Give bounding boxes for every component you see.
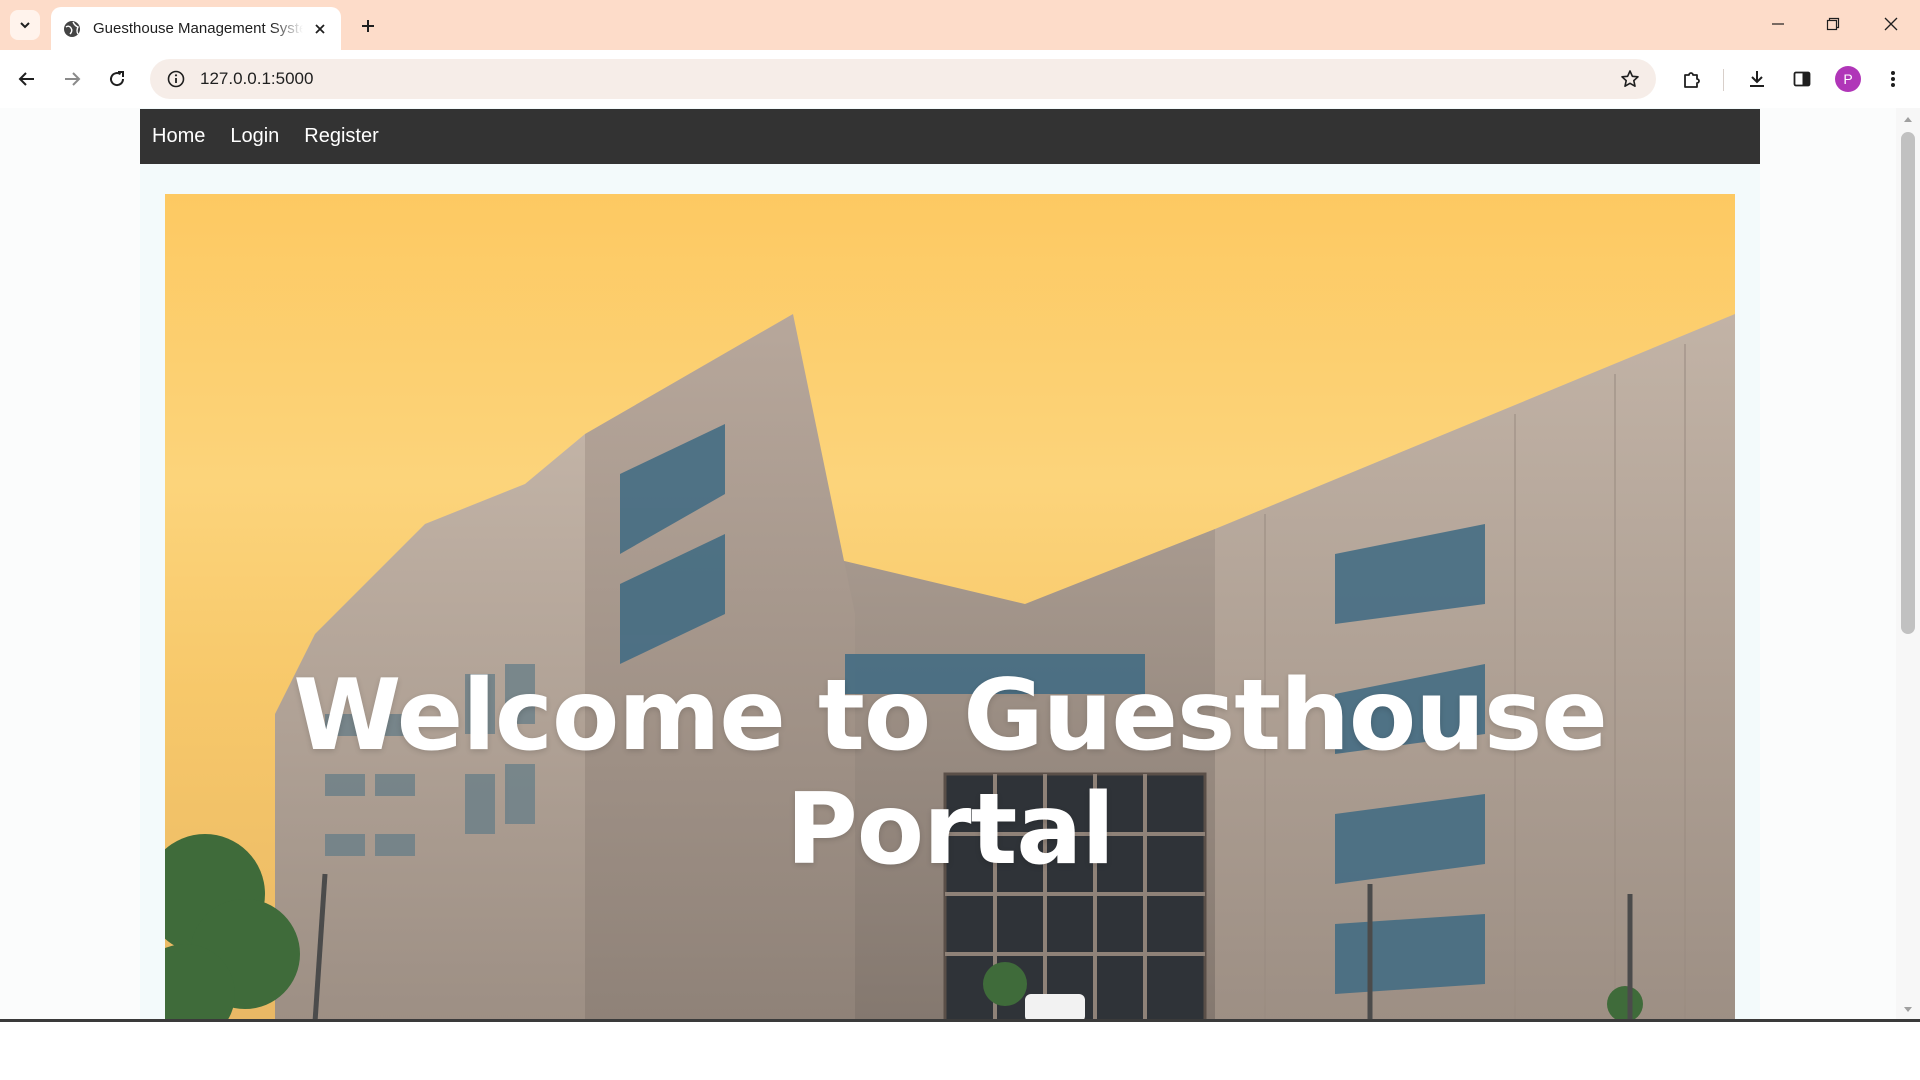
browser-tab-active[interactable]: Guesthouse Management System	[51, 7, 341, 50]
downloads-button[interactable]	[1740, 62, 1774, 96]
site-info-icon[interactable]	[156, 59, 196, 99]
browser-tabstrip: Guesthouse Management System	[0, 0, 1920, 50]
page-scrollbar[interactable]	[1896, 108, 1920, 1022]
forward-button[interactable]	[55, 62, 89, 96]
restore-button[interactable]	[1813, 8, 1853, 40]
hero-title: Welcome to Guesthouse Portal	[293, 659, 1608, 887]
tab-search-button[interactable]	[10, 10, 40, 40]
arrow-left-icon	[18, 72, 34, 86]
reload-icon	[110, 71, 125, 87]
browser-toolbar: 127.0.0.1:5000	[0, 50, 1920, 108]
toolbar-divider	[1723, 69, 1724, 91]
reload-button[interactable]	[100, 62, 134, 96]
site-navbar: Home Login Register	[140, 109, 1760, 164]
minimize-icon	[1772, 23, 1784, 25]
puzzle-icon	[1684, 72, 1700, 88]
nav-link-register[interactable]: Register	[304, 125, 378, 148]
globe-icon	[64, 20, 80, 37]
restore-icon	[1826, 17, 1840, 31]
chevron-down-icon	[20, 22, 30, 29]
download-icon	[1750, 71, 1764, 87]
scroll-down-arrow-icon[interactable]	[1903, 1005, 1913, 1015]
desktop-area	[0, 1022, 1920, 1080]
arrow-right-icon	[65, 72, 81, 86]
campus-building-image	[165, 314, 1735, 1022]
close-tab-icon[interactable]	[309, 18, 331, 40]
kebab-menu-icon	[1891, 71, 1895, 87]
close-window-button[interactable]	[1871, 8, 1911, 40]
side-panel-icon	[1793, 71, 1811, 87]
profile-avatar[interactable]: P	[1835, 66, 1861, 92]
close-icon	[1884, 17, 1898, 31]
address-bar[interactable]: 127.0.0.1:5000	[150, 59, 1656, 99]
menu-button[interactable]	[1876, 62, 1910, 96]
nav-link-home[interactable]: Home	[152, 125, 205, 148]
back-button[interactable]	[10, 62, 44, 96]
scrollbar-thumb[interactable]	[1901, 132, 1915, 634]
extensions-button[interactable]	[1675, 62, 1709, 96]
page-viewport: Home Login Register Welcome to Guesthous…	[0, 108, 1920, 1022]
page-container: Home Login Register Welcome to Guesthous…	[140, 108, 1760, 1022]
url-text[interactable]: 127.0.0.1:5000	[200, 69, 313, 89]
side-panel-button[interactable]	[1785, 62, 1819, 96]
scroll-up-arrow-icon[interactable]	[1903, 114, 1913, 124]
hero-banner: Welcome to Guesthouse Portal	[165, 194, 1735, 1022]
minimize-button[interactable]	[1758, 8, 1798, 40]
tab-title: Guesthouse Management System	[93, 20, 303, 37]
bookmark-star-icon[interactable]	[1616, 65, 1644, 93]
new-tab-button[interactable]	[354, 12, 382, 40]
plus-icon	[362, 20, 374, 32]
nav-link-login[interactable]: Login	[230, 125, 279, 148]
